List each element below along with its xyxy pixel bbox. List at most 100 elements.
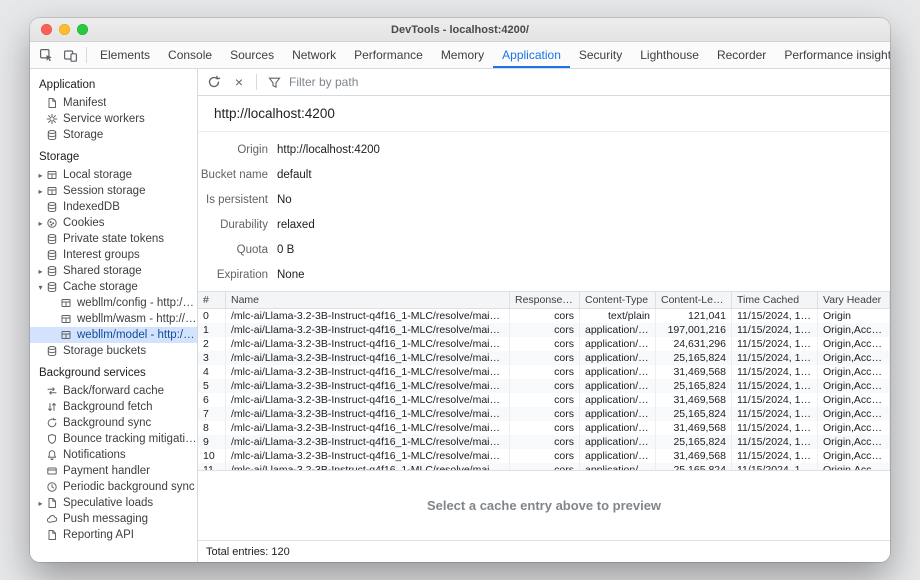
cell-time_cached: 11/15/2024, 10… — [732, 309, 818, 323]
grid-body[interactable]: 0/mlc-ai/Llama-3.2-3B-Instruct-q4f16_1-M… — [198, 309, 890, 470]
tab-performance[interactable]: Performance — [345, 42, 432, 68]
column-header-[interactable]: # — [198, 292, 226, 308]
disclosure-triangle-icon[interactable]: ▾ — [35, 283, 46, 292]
tab-recorder[interactable]: Recorder — [708, 42, 775, 68]
column-header-response-type[interactable]: Response-Type — [510, 292, 580, 308]
minimize-window-button[interactable] — [59, 24, 70, 35]
sidebar-item-manifest[interactable]: Manifest — [30, 95, 197, 111]
device-toolbar-icon[interactable] — [58, 43, 82, 67]
table-row[interactable]: 5/mlc-ai/Llama-3.2-3B-Instruct-q4f16_1-M… — [198, 379, 890, 393]
sidebar-item-speculative-loads[interactable]: ▸Speculative loads — [30, 495, 197, 511]
sidebar-item-webllm-wasm-http-loca[interactable]: webllm/wasm - http://loca... — [30, 311, 197, 327]
grid-header: #NameResponse-TypeContent-TypeContent-Le… — [198, 291, 890, 309]
table-row[interactable]: 7/mlc-ai/Llama-3.2-3B-Instruct-q4f16_1-M… — [198, 407, 890, 421]
sidebar-item-cache-storage[interactable]: ▾Cache storage — [30, 279, 197, 295]
tab-console[interactable]: Console — [159, 42, 221, 68]
tab-security[interactable]: Security — [570, 42, 631, 68]
column-header-vary-header[interactable]: Vary Header — [818, 292, 890, 308]
column-header-content-type[interactable]: Content-Type — [580, 292, 656, 308]
disclosure-triangle-icon[interactable]: ▸ — [35, 499, 46, 508]
sidebar-item-payment-handler[interactable]: Payment handler — [30, 463, 197, 479]
sidebar-item-webllm-config-http-loc[interactable]: webllm/config - http://loc... — [30, 295, 197, 311]
clear-icon[interactable]: × — [227, 70, 251, 94]
tab-sources[interactable]: Sources — [221, 42, 283, 68]
cell-name: /mlc-ai/Llama-3.2-3B-Instruct-q4f16_1-ML… — [226, 463, 510, 470]
sidebar-item-notifications[interactable]: Notifications — [30, 447, 197, 463]
gear-icon — [46, 113, 58, 125]
sidebar-item-bounce-tracking-mitigations[interactable]: Bounce tracking mitigations — [30, 431, 197, 447]
inspect-icon[interactable] — [34, 43, 58, 67]
table-row[interactable]: 0/mlc-ai/Llama-3.2-3B-Instruct-q4f16_1-M… — [198, 309, 890, 323]
cell-vary_header: Origin,Access… — [818, 463, 890, 470]
disclosure-triangle-icon[interactable]: ▸ — [35, 187, 46, 196]
cell-content_length: 24,631,296 — [656, 337, 732, 351]
tab-performance-insights[interactable]: Performance insights — [775, 42, 890, 68]
window-titlebar: DevTools - localhost:4200/ — [30, 18, 890, 42]
sidebar-item-indexeddb[interactable]: IndexedDB — [30, 199, 197, 215]
cell-content_type: application/oc… — [580, 407, 656, 421]
sidebar-item-background-sync[interactable]: Background sync — [30, 415, 197, 431]
sidebar-item-storage-buckets[interactable]: Storage buckets — [30, 343, 197, 359]
sidebar-item-label: IndexedDB — [63, 201, 120, 213]
sidebar-item-private-state-tokens[interactable]: Private state tokens — [30, 231, 197, 247]
cell-name: /mlc-ai/Llama-3.2-3B-Instruct-q4f16_1-ML… — [226, 393, 510, 407]
tab-elements[interactable]: Elements — [91, 42, 159, 68]
table-row[interactable]: 1/mlc-ai/Llama-3.2-3B-Instruct-q4f16_1-M… — [198, 323, 890, 337]
tab-label: Network — [292, 48, 336, 62]
table-row[interactable]: 3/mlc-ai/Llama-3.2-3B-Instruct-q4f16_1-M… — [198, 351, 890, 365]
disclosure-triangle-icon[interactable]: ▸ — [35, 219, 46, 228]
table-row[interactable]: 4/mlc-ai/Llama-3.2-3B-Instruct-q4f16_1-M… — [198, 365, 890, 379]
sidebar-item-label: Local storage — [63, 169, 132, 181]
sidebar-item-reporting-api[interactable]: Reporting API — [30, 527, 197, 543]
cell-name: /mlc-ai/Llama-3.2-3B-Instruct-q4f16_1-ML… — [226, 323, 510, 337]
cell-response_type: cors — [510, 323, 580, 337]
sidebar-item-session-storage[interactable]: ▸Session storage — [30, 183, 197, 199]
cell-time_cached: 11/15/2024, 10… — [732, 463, 818, 470]
tab-application[interactable]: Application — [493, 42, 570, 68]
refresh-icon[interactable] — [202, 70, 226, 94]
table-row[interactable]: 2/mlc-ai/Llama-3.2-3B-Instruct-q4f16_1-M… — [198, 337, 890, 351]
metadata-value: No — [277, 194, 292, 206]
tab-network[interactable]: Network — [283, 42, 345, 68]
metadata-label: Bucket name — [200, 169, 268, 181]
sidebar-item-label: Storage — [63, 129, 103, 141]
sidebar-item-interest-groups[interactable]: Interest groups — [30, 247, 197, 263]
cell-vary_header: Origin,Access… — [818, 393, 890, 407]
sidebar-item-storage[interactable]: Storage — [30, 127, 197, 143]
sidebar-item-periodic-background-sync[interactable]: Periodic background sync — [30, 479, 197, 495]
column-header-name[interactable]: Name — [226, 292, 510, 308]
metadata-value: relaxed — [277, 219, 315, 231]
column-header-time-cached[interactable]: Time Cached — [732, 292, 818, 308]
zoom-window-button[interactable] — [77, 24, 88, 35]
sidebar-item-push-messaging[interactable]: Push messaging — [30, 511, 197, 527]
table-row[interactable]: 8/mlc-ai/Llama-3.2-3B-Instruct-q4f16_1-M… — [198, 421, 890, 435]
sidebar-item-webllm-model-http-loc[interactable]: webllm/model - http://loc... — [30, 327, 197, 343]
sidebar-item-back-forward-cache[interactable]: Back/forward cache — [30, 383, 197, 399]
cell-content_type: application/oc… — [580, 393, 656, 407]
sidebar-item-local-storage[interactable]: ▸ Local storage — [30, 167, 197, 183]
table-row[interactable]: 11/mlc-ai/Llama-3.2-3B-Instruct-q4f16_1-… — [198, 463, 890, 470]
sidebar-item-background-fetch[interactable]: Background fetch — [30, 399, 197, 415]
tab-lighthouse[interactable]: Lighthouse — [631, 42, 708, 68]
sidebar-item-cookies[interactable]: ▸Cookies — [30, 215, 197, 231]
sidebar-item-service-workers[interactable]: Service workers — [30, 111, 197, 127]
table-icon — [46, 185, 58, 197]
updown-icon — [46, 401, 58, 413]
sidebar-section-title: Application — [30, 71, 197, 95]
column-header-content-length[interactable]: Content-Length — [656, 292, 732, 308]
cell-content_length: 25,165,824 — [656, 435, 732, 449]
db-icon — [46, 249, 58, 261]
panel-tabs: ElementsConsoleSources Network Performance… — [91, 42, 890, 68]
disclosure-triangle-icon[interactable]: ▸ — [35, 267, 46, 276]
table-row[interactable]: 9/mlc-ai/Llama-3.2-3B-Instruct-q4f16_1-M… — [198, 435, 890, 449]
cell-index: 4 — [198, 365, 226, 379]
filter-input[interactable]: Filter by path — [289, 75, 358, 89]
cell-time_cached: 11/15/2024, 10… — [732, 379, 818, 393]
sidebar-item-shared-storage[interactable]: ▸Shared storage — [30, 263, 197, 279]
table-row[interactable]: 6/mlc-ai/Llama-3.2-3B-Instruct-q4f16_1-M… — [198, 393, 890, 407]
tab-memory[interactable]: Memory — [432, 42, 493, 68]
close-window-button[interactable] — [41, 24, 52, 35]
disclosure-triangle-icon[interactable]: ▸ — [35, 171, 46, 180]
cell-vary_header: Origin,Access… — [818, 365, 890, 379]
table-row[interactable]: 10/mlc-ai/Llama-3.2-3B-Instruct-q4f16_1-… — [198, 449, 890, 463]
